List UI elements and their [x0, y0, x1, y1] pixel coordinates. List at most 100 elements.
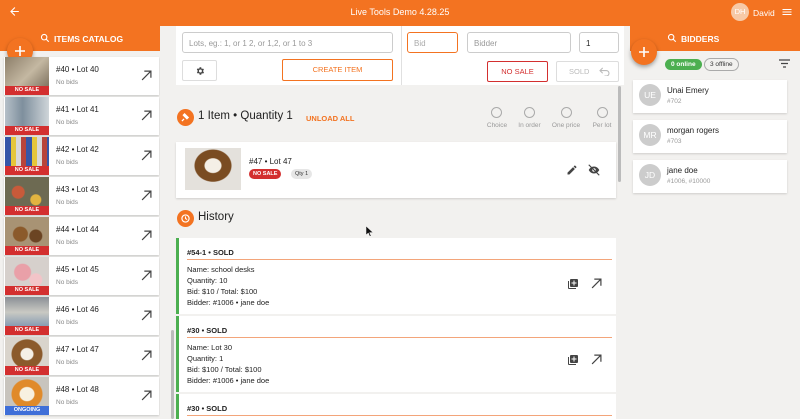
unload-all-button[interactable]: UNLOAD ALL — [306, 114, 354, 123]
no-sale-button[interactable]: NO SALE — [487, 61, 548, 82]
catalog-card-48[interactable]: ONGOING #48 • Lot 48 No bids — [4, 377, 159, 415]
arrow-up-right-icon[interactable] — [141, 70, 152, 81]
lot-label: #46 • Lot 46 — [56, 305, 99, 314]
status-tag: NO SALE — [5, 206, 49, 215]
history-line: Name: Lot 30 — [187, 343, 233, 352]
bids-label: No bids — [56, 79, 79, 86]
user-name[interactable]: David — [753, 8, 775, 18]
app-bar: Live Tools Demo 4.28.25 DH David — [0, 0, 800, 26]
quantity-input[interactable]: 1 — [579, 32, 619, 53]
center-scrollbar[interactable] — [618, 86, 621, 182]
settings-button[interactable] — [182, 60, 217, 81]
current-item-card[interactable]: #47 • Lot 47 NO SALE Qty 1 — [176, 142, 616, 198]
current-summary: 1 Item • Quantity 1 — [198, 110, 293, 122]
catalog-card-41[interactable]: NO SALE #41 • Lot 41 No bids — [4, 97, 159, 135]
catalog-card-42[interactable]: NO SALE #42 • Lot 42 No bids — [4, 137, 159, 175]
filter-icon[interactable] — [779, 59, 790, 68]
app-title: Live Tools Demo 4.28.25 — [350, 7, 450, 17]
status-tag: NO SALE — [5, 366, 49, 375]
bidder-name: morgan rogers — [667, 126, 720, 135]
status-tag: NO SALE — [5, 126, 49, 135]
mode-per-lot-radio[interactable] — [597, 107, 608, 118]
status-tag: ONGOING — [5, 406, 49, 415]
items-catalog-list[interactable]: NO SALE #40 • Lot 40 No bids NO SALE #41… — [0, 55, 160, 419]
arrow-up-right-icon[interactable] — [141, 150, 152, 161]
create-item-button[interactable]: CREATE ITEM — [282, 59, 393, 81]
search-icon[interactable] — [40, 33, 50, 43]
lot-label: #40 • Lot 40 — [56, 65, 99, 74]
arrow-up-right-icon[interactable] — [591, 354, 602, 365]
offline-count-badge: 3 offline — [704, 58, 739, 71]
item-thumbnail — [185, 148, 241, 190]
undo-icon — [599, 67, 610, 76]
bids-label: No bids — [56, 319, 79, 326]
plus-icon — [639, 47, 649, 57]
status-tag: NO SALE — [5, 286, 49, 295]
history-entry-head: #30 • SOLD — [187, 326, 228, 335]
bidder-card[interactable]: MR morgan rogers #703 — [633, 120, 787, 153]
mode-choice-radio[interactable] — [491, 107, 502, 118]
item-thumbnail: ONGOING — [5, 377, 49, 415]
pencil-icon[interactable] — [566, 164, 578, 176]
bidder-input[interactable]: Bidder — [467, 32, 571, 53]
catalog-card-44[interactable]: NO SALE #44 • Lot 44 No bids — [4, 217, 159, 255]
qty-badge: Qty 1 — [291, 169, 313, 179]
lot-label: #42 • Lot 42 — [56, 145, 99, 154]
mouse-cursor-icon — [366, 226, 374, 237]
divider — [187, 415, 612, 416]
bidder-number: #1006, #10000 — [667, 178, 711, 185]
arrow-up-right-icon[interactable] — [141, 350, 152, 361]
arrow-up-right-icon[interactable] — [591, 278, 602, 289]
catalog-card-45[interactable]: NO SALE #45 • Lot 45 No bids — [4, 257, 159, 295]
mode-label: Choice — [486, 122, 508, 129]
search-icon[interactable] — [667, 33, 677, 43]
bidder-name: Unai Emery — [667, 86, 709, 95]
hamburger-menu-icon[interactable] — [781, 6, 793, 18]
arrow-up-right-icon[interactable] — [141, 390, 152, 401]
eye-off-icon[interactable] — [587, 163, 601, 177]
sold-button[interactable]: SOLD — [556, 61, 619, 82]
status-tag: NO SALE — [5, 246, 49, 255]
history-line: Bidder: #1006 • jane doe — [187, 298, 270, 307]
history-line: Bidder: #1006 • jane doe — [187, 376, 270, 385]
arrow-up-right-icon[interactable] — [141, 270, 152, 281]
catalog-card-43[interactable]: NO SALE #43 • Lot 43 No bids — [4, 177, 159, 215]
add-box-icon[interactable] — [567, 278, 579, 290]
bidder-card[interactable]: UE Unai Emery #702 — [633, 80, 787, 113]
history-entry-head: #30 • SOLD — [187, 404, 228, 413]
mode-label: Per lot — [592, 122, 612, 129]
history-line: Bid: $10 / Total: $100 — [187, 287, 258, 296]
history-entry: #54-1 • SOLD Name: school desks Quantity… — [176, 238, 616, 314]
item-thumbnail: NO SALE — [5, 137, 49, 175]
mode-in-order-radio[interactable] — [524, 107, 535, 118]
arrow-up-right-icon[interactable] — [141, 310, 152, 321]
catalog-card-46[interactable]: NO SALE #46 • Lot 46 No bids — [4, 297, 159, 335]
bid-input[interactable]: Bid — [407, 32, 458, 53]
bidder-avatar: UE — [639, 84, 661, 106]
no-sale-badge: NO SALE — [249, 169, 282, 179]
user-avatar[interactable]: DH — [731, 3, 749, 21]
item-thumbnail: NO SALE — [5, 57, 49, 95]
arrow-up-right-icon[interactable] — [141, 110, 152, 121]
bidder-card[interactable]: JD jane doe #1006, #10000 — [633, 160, 787, 193]
bids-label: No bids — [56, 279, 79, 286]
arrow-up-right-icon[interactable] — [141, 230, 152, 241]
catalog-card-47[interactable]: NO SALE #47 • Lot 47 No bids — [4, 337, 159, 375]
catalog-title: ITEMS CATALOG — [54, 34, 124, 44]
bids-label: No bids — [56, 239, 79, 246]
mode-one-price-radio[interactable] — [561, 107, 572, 118]
lot-label: #47 • Lot 47 — [56, 345, 99, 354]
mode-label: In order — [518, 122, 541, 129]
online-count-badge: 0 online — [665, 59, 702, 70]
catalog-card-40[interactable]: NO SALE #40 • Lot 40 No bids — [4, 57, 159, 95]
add-box-icon[interactable] — [567, 354, 579, 366]
item-thumbnail: NO SALE — [5, 177, 49, 215]
divider — [187, 337, 612, 338]
lots-input[interactable]: Lots, eg.: 1, or 1 2, or 1,2, or 1 to 3 — [182, 32, 393, 53]
arrow-up-right-icon[interactable] — [141, 190, 152, 201]
catalog-scrollbar[interactable] — [171, 330, 174, 419]
history-line: Quantity: 1 — [187, 354, 224, 363]
sold-label: SOLD — [569, 67, 590, 76]
history-entry-head: #54-1 • SOLD — [187, 248, 234, 257]
add-bidder-fab[interactable] — [631, 39, 657, 65]
